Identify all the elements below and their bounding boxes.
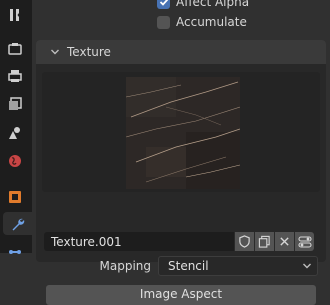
duplicate-button[interactable] (254, 232, 274, 251)
output-tab[interactable] (3, 64, 26, 87)
wrench-icon (12, 218, 24, 230)
properties-tab-bar (0, 0, 32, 254)
checkmark-icon (159, 0, 168, 6)
accumulate-row[interactable]: Accumulate (157, 15, 247, 29)
tool-settings-tab[interactable] (3, 212, 32, 235)
accumulate-checkbox[interactable] (157, 15, 170, 29)
texture-panel-header[interactable]: Texture (36, 40, 326, 64)
object-tab[interactable] (3, 185, 26, 208)
tool-tab[interactable] (3, 3, 26, 26)
texture-preview (42, 72, 320, 192)
world-tab[interactable] (3, 149, 26, 172)
view-layer-tab[interactable] (3, 92, 26, 115)
chevron-down-icon (303, 263, 311, 269)
view-layer-icon (8, 96, 22, 110)
texture-name-field[interactable]: Texture.001 (44, 232, 234, 251)
image-aspect-button[interactable]: Image Aspect (46, 285, 316, 305)
close-icon (280, 237, 289, 246)
render-tab[interactable] (3, 37, 26, 60)
texture-preview-image (126, 77, 240, 189)
panel-title: Texture (67, 45, 111, 59)
duplicate-icon (258, 235, 270, 248)
affect-alpha-checkbox[interactable] (157, 0, 170, 9)
render-icon (7, 42, 22, 55)
texture-panel: Texture Texture.001 Mapping Stencil Imag… (36, 40, 326, 305)
object-icon (8, 190, 21, 203)
settings-toggle-icon (297, 235, 312, 248)
accumulate-label: Accumulate (176, 15, 247, 29)
shield-icon (239, 235, 250, 248)
mapping-label: Mapping (99, 259, 152, 273)
mapping-value: Stencil (168, 259, 209, 273)
properties-editor: Affect Alpha Accumulate Texture Texture.… (32, 0, 330, 305)
modifiers-tab[interactable] (3, 238, 26, 261)
output-icon (7, 69, 22, 82)
world-icon (8, 154, 21, 167)
tool-icon (9, 8, 19, 21)
mapping-dropdown[interactable]: Stencil (158, 256, 318, 276)
chevron-down-icon (51, 49, 59, 55)
affect-alpha-row[interactable]: Affect Alpha (157, 0, 249, 9)
scene-tab[interactable] (3, 121, 26, 144)
modifier-icon (8, 249, 21, 254)
fake-user-button[interactable] (234, 232, 254, 251)
scene-icon (8, 126, 20, 139)
unlink-button[interactable] (274, 232, 294, 251)
texture-settings-button[interactable] (294, 232, 314, 251)
affect-alpha-label: Affect Alpha (176, 0, 250, 9)
